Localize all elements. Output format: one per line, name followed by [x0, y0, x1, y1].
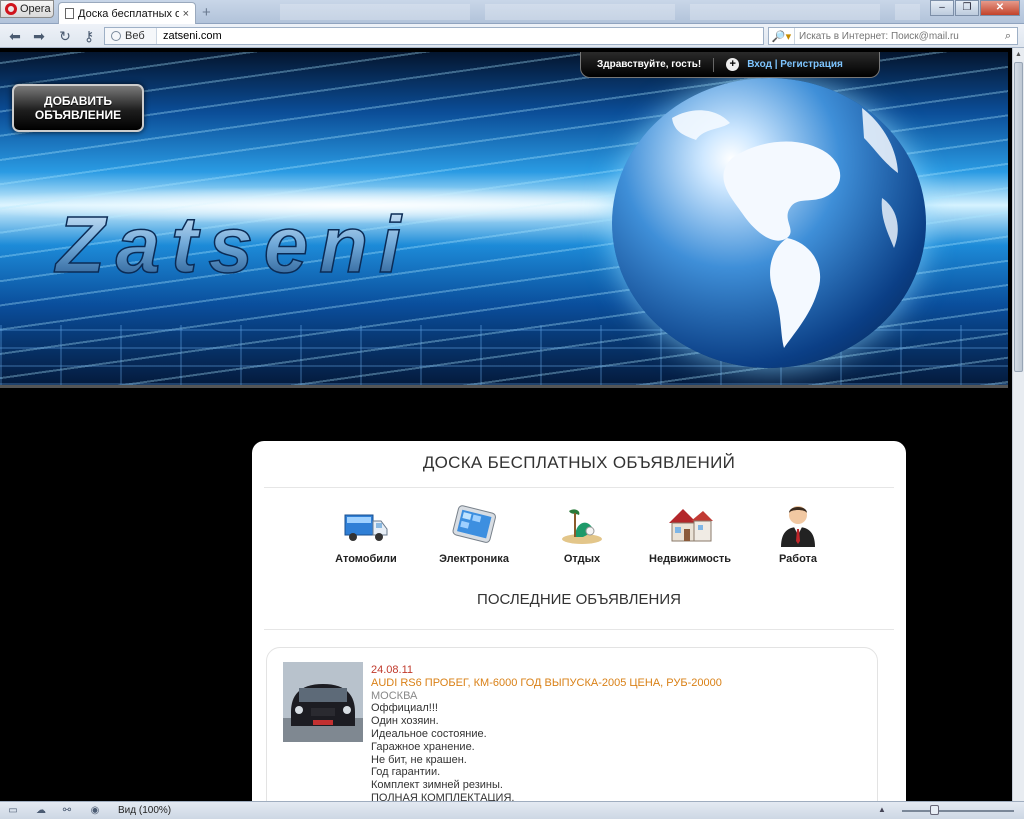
ad-line: Гаражное хранение.: [371, 740, 475, 753]
ad-title-link[interactable]: AUDI RS6 ПРОБЕГ, КМ-6000 ГОД ВЫПУСКА-200…: [371, 677, 851, 690]
category-electronics[interactable]: Электроника: [420, 501, 528, 573]
page-title: ДОСКА БЕСПЛАТНЫХ ОБЪЯВЛЕНИЙ: [422, 453, 736, 472]
header-banner: Zatseni ДОБАВИТЬ ОБЪЯВЛЕНИЕ Здравствуйте…: [0, 52, 1008, 388]
cloud-icon[interactable]: ☁: [34, 805, 48, 816]
tab-bar: Opera Доска бесплатных об... × + – ❐ ✕: [0, 0, 1024, 24]
tab-title: Доска бесплатных об...: [78, 7, 179, 20]
opera-logo-icon: [5, 3, 17, 15]
url-text[interactable]: zatseni.com: [157, 30, 222, 42]
address-bar[interactable]: Веб zatseni.com: [104, 27, 764, 45]
reload-icon[interactable]: ↻: [56, 27, 74, 45]
category-jobs[interactable]: Работа: [744, 501, 852, 573]
back-arrow-icon[interactable]: ⬅: [6, 27, 24, 45]
zoom-slider-knob[interactable]: [930, 805, 939, 815]
divider: [264, 487, 894, 488]
ad-line: Идеальное состояние.: [371, 727, 487, 740]
site-logo[interactable]: Zatseni: [52, 202, 412, 292]
page-viewport: Zatseni ДОБАВИТЬ ОБЪЯВЛЕНИЕ Здравствуйте…: [0, 48, 1012, 801]
ad-line: Оффициал!!!: [371, 702, 438, 715]
search-engine-icon[interactable]: 🔎▾: [769, 28, 795, 44]
turbo-icon[interactable]: ◉: [88, 805, 102, 816]
category-list: Атомобили Электроника Отдых Недвижимость…: [312, 501, 852, 573]
divider: [713, 57, 715, 72]
window-controls: – ❐ ✕: [930, 0, 1020, 16]
main-panel: ДОСКА БЕСПЛАТНЫХ ОБЪЯВЛЕНИЙ Атомобили Эл…: [252, 441, 906, 801]
ad-line: Год гарантии.: [371, 766, 441, 779]
category-label: Отдых: [563, 553, 601, 565]
plus-icon[interactable]: +: [726, 58, 740, 71]
house-icon: [669, 509, 713, 542]
category-label: Электроника: [439, 553, 509, 565]
tab-close-button[interactable]: ×: [183, 8, 189, 20]
ad-line: Комплект зимней резины.: [371, 779, 503, 792]
logo-text: Zatseni: [54, 202, 403, 289]
scroll-up-icon[interactable]: ▲: [1013, 49, 1024, 61]
browser-window: Opera Доска бесплатных об... × + – ❐ ✕ ⬅…: [0, 0, 1024, 819]
divider: [264, 629, 894, 630]
truck-icon: [344, 514, 388, 541]
globe-icon: [111, 31, 121, 41]
opera-menu-button[interactable]: Opera: [0, 0, 54, 18]
ad-city: МОСКВА: [371, 689, 418, 702]
unite-icon[interactable]: ⚯: [60, 805, 74, 816]
address-scheme-label: Веб: [125, 30, 145, 42]
greeting-text: Здравствуйте, гость!: [597, 59, 702, 70]
ad-body: 24.08.11 AUDI RS6 ПРОБЕГ, КМ-6000 ГОД ВЫ…: [371, 664, 851, 801]
scroll-thumb[interactable]: [1014, 62, 1023, 372]
zoom-up-icon[interactable]: ▲: [878, 805, 886, 814]
close-window-button[interactable]: ✕: [980, 0, 1020, 16]
ad-photo[interactable]: [283, 662, 363, 742]
tab-active[interactable]: Доска бесплатных об... ×: [58, 2, 196, 24]
minimize-button[interactable]: –: [930, 0, 954, 16]
search-magnifier-icon[interactable]: ⌕: [999, 30, 1017, 43]
category-leisure[interactable]: Отдых: [528, 501, 636, 573]
beach-icon: [562, 509, 602, 544]
ad-line: ПОЛНАЯ КОМПЛЕКТАЦИЯ.: [371, 791, 515, 801]
category-cars[interactable]: Атомобили: [312, 501, 420, 573]
section-title: ПОСЛЕДНИЕ ОБЪЯВЛЕНИЯ: [477, 591, 681, 608]
car-image: [283, 662, 363, 742]
document-icon: [65, 8, 74, 19]
category-label: Атомобили: [335, 553, 397, 565]
search-box[interactable]: 🔎▾ ⌕: [768, 27, 1018, 45]
address-toolbar: ⬅ ➡ ↻ ⚷ Веб zatseni.com 🔎▾ ⌕: [0, 24, 1024, 48]
zoom-slider[interactable]: [902, 810, 1014, 812]
category-label: Работа: [778, 553, 818, 565]
globe-image: [612, 78, 926, 368]
background-tabs: [280, 4, 920, 20]
category-label: Недвижимость: [649, 553, 731, 565]
tablet-icon: [452, 505, 496, 543]
businessman-icon: [781, 506, 815, 547]
search-input[interactable]: [795, 30, 999, 42]
forward-arrow-icon[interactable]: ➡: [30, 27, 48, 45]
login-register-link[interactable]: Вход | Регистрация: [747, 59, 843, 70]
status-bar: ▭ ☁ ⚯ ◉ Вид (100%) ▲: [0, 801, 1024, 819]
zoom-label[interactable]: Вид (100%): [118, 805, 171, 816]
ad-line: Один хозяин.: [371, 715, 439, 728]
ad-card[interactable]: 24.08.11 AUDI RS6 ПРОБЕГ, КМ-6000 ГОД ВЫ…: [266, 647, 878, 801]
key-icon[interactable]: ⚷: [80, 27, 98, 45]
add-ad-button[interactable]: ДОБАВИТЬ ОБЪЯВЛЕНИЕ: [12, 84, 144, 132]
vertical-scrollbar[interactable]: ▲: [1012, 48, 1024, 801]
category-realty[interactable]: Недвижимость: [636, 501, 744, 573]
greeting-bar: Здравствуйте, гость! + Вход | Регистраци…: [580, 52, 880, 78]
ad-date: 24.08.11: [371, 664, 414, 676]
opera-menu-label: Opera: [20, 3, 51, 15]
ad-line: Не бит, не крашен.: [371, 753, 467, 766]
new-tab-button[interactable]: +: [202, 5, 211, 20]
address-scheme[interactable]: Веб: [105, 28, 157, 44]
maximize-button[interactable]: ❐: [955, 0, 979, 16]
panel-toggle-icon[interactable]: ▭: [6, 805, 20, 816]
